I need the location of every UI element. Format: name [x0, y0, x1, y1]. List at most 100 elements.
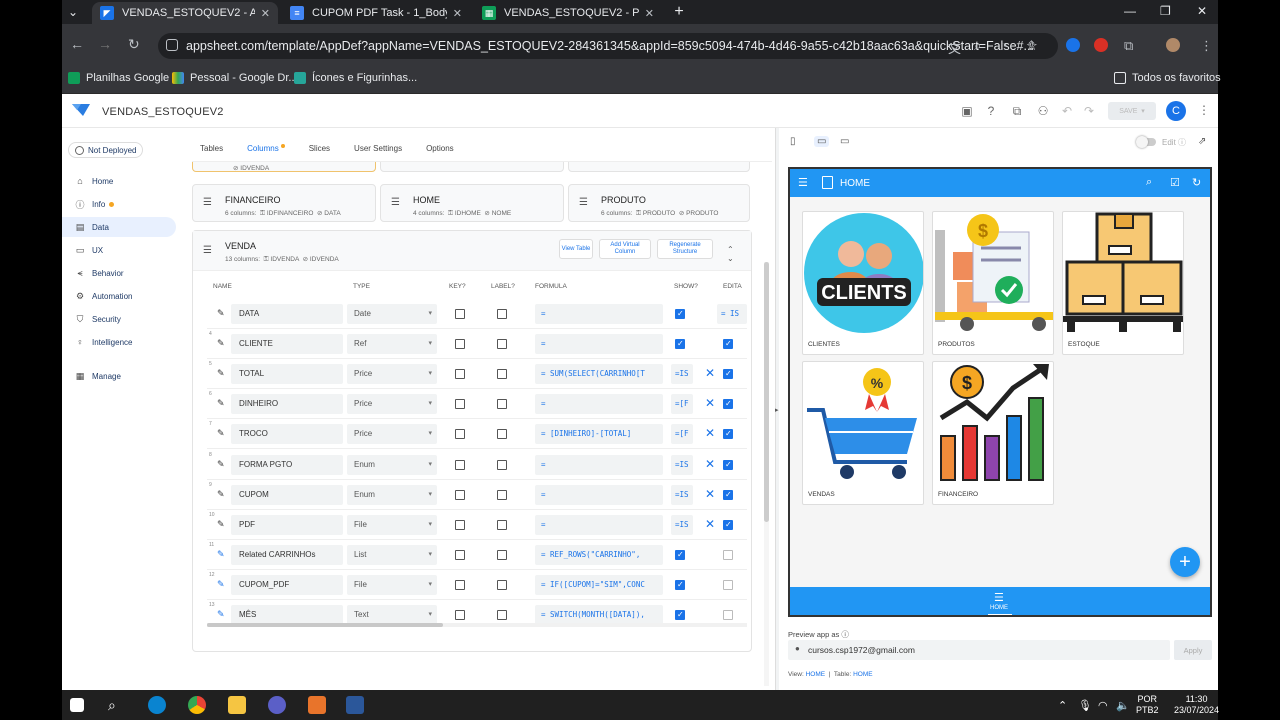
formula-field[interactable]: =: [535, 334, 663, 355]
key-checkbox[interactable]: [455, 489, 465, 500]
label-checkbox[interactable]: [497, 309, 507, 319]
sidebar-item-home[interactable]: ⌂ Home: [62, 171, 176, 191]
label-checkbox[interactable]: [497, 519, 507, 530]
column-type-select[interactable]: File: [347, 514, 437, 535]
column-name-field[interactable]: PDF: [231, 514, 343, 535]
column-name-field[interactable]: CUPOM: [231, 484, 343, 505]
word-icon[interactable]: [346, 696, 364, 714]
deploy-status-badge[interactable]: Not Deployed: [68, 142, 144, 158]
wifi-icon[interactable]: ◠: [1098, 699, 1108, 712]
formula-field[interactable]: = SWITCH(MONTH([DATA]),: [535, 605, 663, 625]
show-checkbox[interactable]: [675, 339, 685, 350]
key-checkbox[interactable]: [455, 429, 465, 440]
translate-icon[interactable]: 文: [948, 38, 961, 57]
editable-checkbox[interactable]: [723, 459, 733, 470]
label-checkbox[interactable]: [497, 429, 507, 440]
clear-formula-icon[interactable]: ✕: [705, 457, 715, 471]
calendar-icon[interactable]: ▣: [960, 104, 974, 118]
clock[interactable]: 11:30 23/07/2024: [1174, 694, 1219, 716]
expand-arrow-icon[interactable]: ▸: [775, 406, 779, 414]
volume-icon[interactable]: 🔈: [1116, 699, 1130, 712]
tile-clientes[interactable]: CLIENTS CLIENTES: [802, 211, 924, 355]
key-checkbox[interactable]: [455, 519, 465, 530]
avatar[interactable]: C: [1166, 101, 1186, 121]
close-icon[interactable]: ✕: [261, 7, 270, 20]
key-checkbox[interactable]: [455, 339, 465, 350]
scroll-thumb[interactable]: [764, 262, 769, 522]
bookmark-item[interactable]: Ícones e Figurinhas...: [294, 72, 417, 84]
content-scrollbar[interactable]: [764, 262, 769, 686]
microphone-icon[interactable]: 🎙: [1078, 699, 1092, 712]
browser-menu-icon[interactable]: ⋮: [1200, 38, 1213, 54]
clear-formula-icon[interactable]: ✕: [705, 517, 715, 531]
preview-email-field[interactable]: cursos.csp1972@gmail.com: [788, 640, 1170, 660]
select-icon[interactable]: ☑: [1170, 176, 1180, 189]
sidebar-item-behavior[interactable]: ⪪ Behavior: [62, 263, 176, 283]
editable-checkbox[interactable]: [723, 369, 733, 380]
redo-icon[interactable]: ↷: [1082, 104, 1096, 118]
column-name-field[interactable]: CUPOM_PDF: [231, 574, 343, 595]
column-name-field[interactable]: DINHEIRO: [231, 394, 343, 415]
show-formula-field[interactable]: =IS: [671, 484, 693, 505]
add-virtual-column-button[interactable]: Add Virtual Column: [599, 239, 651, 259]
column-name-field[interactable]: CLIENTE: [231, 334, 343, 355]
column-name-field[interactable]: Related CARRINHOs: [231, 544, 343, 565]
column-name-field[interactable]: TOTAL: [231, 364, 343, 385]
label-checkbox[interactable]: [497, 549, 507, 560]
panel-divider[interactable]: ▸: [775, 128, 779, 690]
clear-formula-icon[interactable]: ✕: [705, 426, 715, 440]
editable-checkbox[interactable]: [723, 610, 733, 620]
sidebar-item-intelligence[interactable]: ♀ Intelligence: [62, 332, 176, 352]
label-checkbox[interactable]: [497, 579, 507, 590]
column-name-field[interactable]: MÊS: [231, 605, 343, 625]
tab-tables[interactable]: Tables: [200, 144, 223, 158]
bookmark-item[interactable]: Pessoal - Google Dr...: [172, 72, 298, 84]
extension-icon[interactable]: [1066, 38, 1080, 52]
desktop-preview-icon[interactable]: ▭: [840, 136, 849, 147]
clear-formula-icon[interactable]: ✕: [705, 396, 715, 410]
new-tab-button[interactable]: +: [670, 3, 688, 21]
windows-start-icon[interactable]: [70, 698, 84, 712]
back-icon[interactable]: ←: [70, 36, 84, 52]
language-indicator[interactable]: POR PTB2: [1136, 694, 1159, 716]
column-type-select[interactable]: Text: [347, 605, 437, 625]
all-bookmarks[interactable]: Todos os favoritos: [1114, 72, 1221, 84]
site-info-icon[interactable]: [166, 39, 178, 51]
show-checkbox[interactable]: [675, 579, 685, 590]
formula-field[interactable]: =: [535, 394, 663, 415]
column-name-field[interactable]: TROCO: [231, 424, 343, 445]
show-checkbox[interactable]: [675, 610, 685, 620]
column-type-select[interactable]: Price: [347, 424, 437, 445]
search-icon[interactable]: ⌕: [1146, 176, 1152, 189]
tab-appsheet[interactable]: ◤ VENDAS_ESTOQUEV2 - AppSheet ✕: [92, 2, 278, 24]
editable-formula-field[interactable]: = IS: [717, 304, 747, 324]
column-type-select[interactable]: File: [347, 574, 437, 595]
formula-field[interactable]: =: [535, 454, 663, 475]
save-button[interactable]: SAVE ▾: [1108, 102, 1156, 120]
edit-pencil-icon[interactable]: ✎: [217, 549, 225, 560]
editable-checkbox[interactable]: [723, 519, 733, 530]
column-type-select[interactable]: Price: [347, 364, 437, 385]
column-type-select[interactable]: Price: [347, 394, 437, 415]
view-table-button[interactable]: View Table: [559, 239, 593, 259]
column-type-select[interactable]: Date: [347, 304, 437, 324]
column-type-select[interactable]: Ref: [347, 334, 437, 355]
add-fab-button[interactable]: +: [1170, 547, 1200, 577]
tray-arrow-icon[interactable]: ⌃: [1058, 699, 1067, 712]
edit-pencil-icon[interactable]: ✎: [217, 398, 225, 409]
table-card[interactable]: [380, 162, 564, 172]
key-checkbox[interactable]: [455, 309, 465, 319]
label-checkbox[interactable]: [497, 489, 507, 500]
table-card[interactable]: ⊘ IDVENDA: [192, 162, 376, 172]
formula-field[interactable]: = REF_ROWS("CARRINHO",: [535, 544, 663, 565]
table-card[interactable]: [568, 162, 750, 172]
label-checkbox[interactable]: [497, 459, 507, 470]
show-checkbox[interactable]: [675, 309, 685, 319]
key-checkbox[interactable]: [455, 579, 465, 590]
column-name-field[interactable]: DATA: [231, 304, 343, 324]
bookmark-icon[interactable]: ☆: [1026, 38, 1038, 54]
extension-icon[interactable]: [1094, 38, 1108, 52]
tab-user-settings[interactable]: User Settings: [354, 144, 402, 158]
open-external-icon[interactable]: ⇗: [1198, 136, 1206, 147]
edit-pencil-icon[interactable]: ✎: [217, 368, 225, 379]
